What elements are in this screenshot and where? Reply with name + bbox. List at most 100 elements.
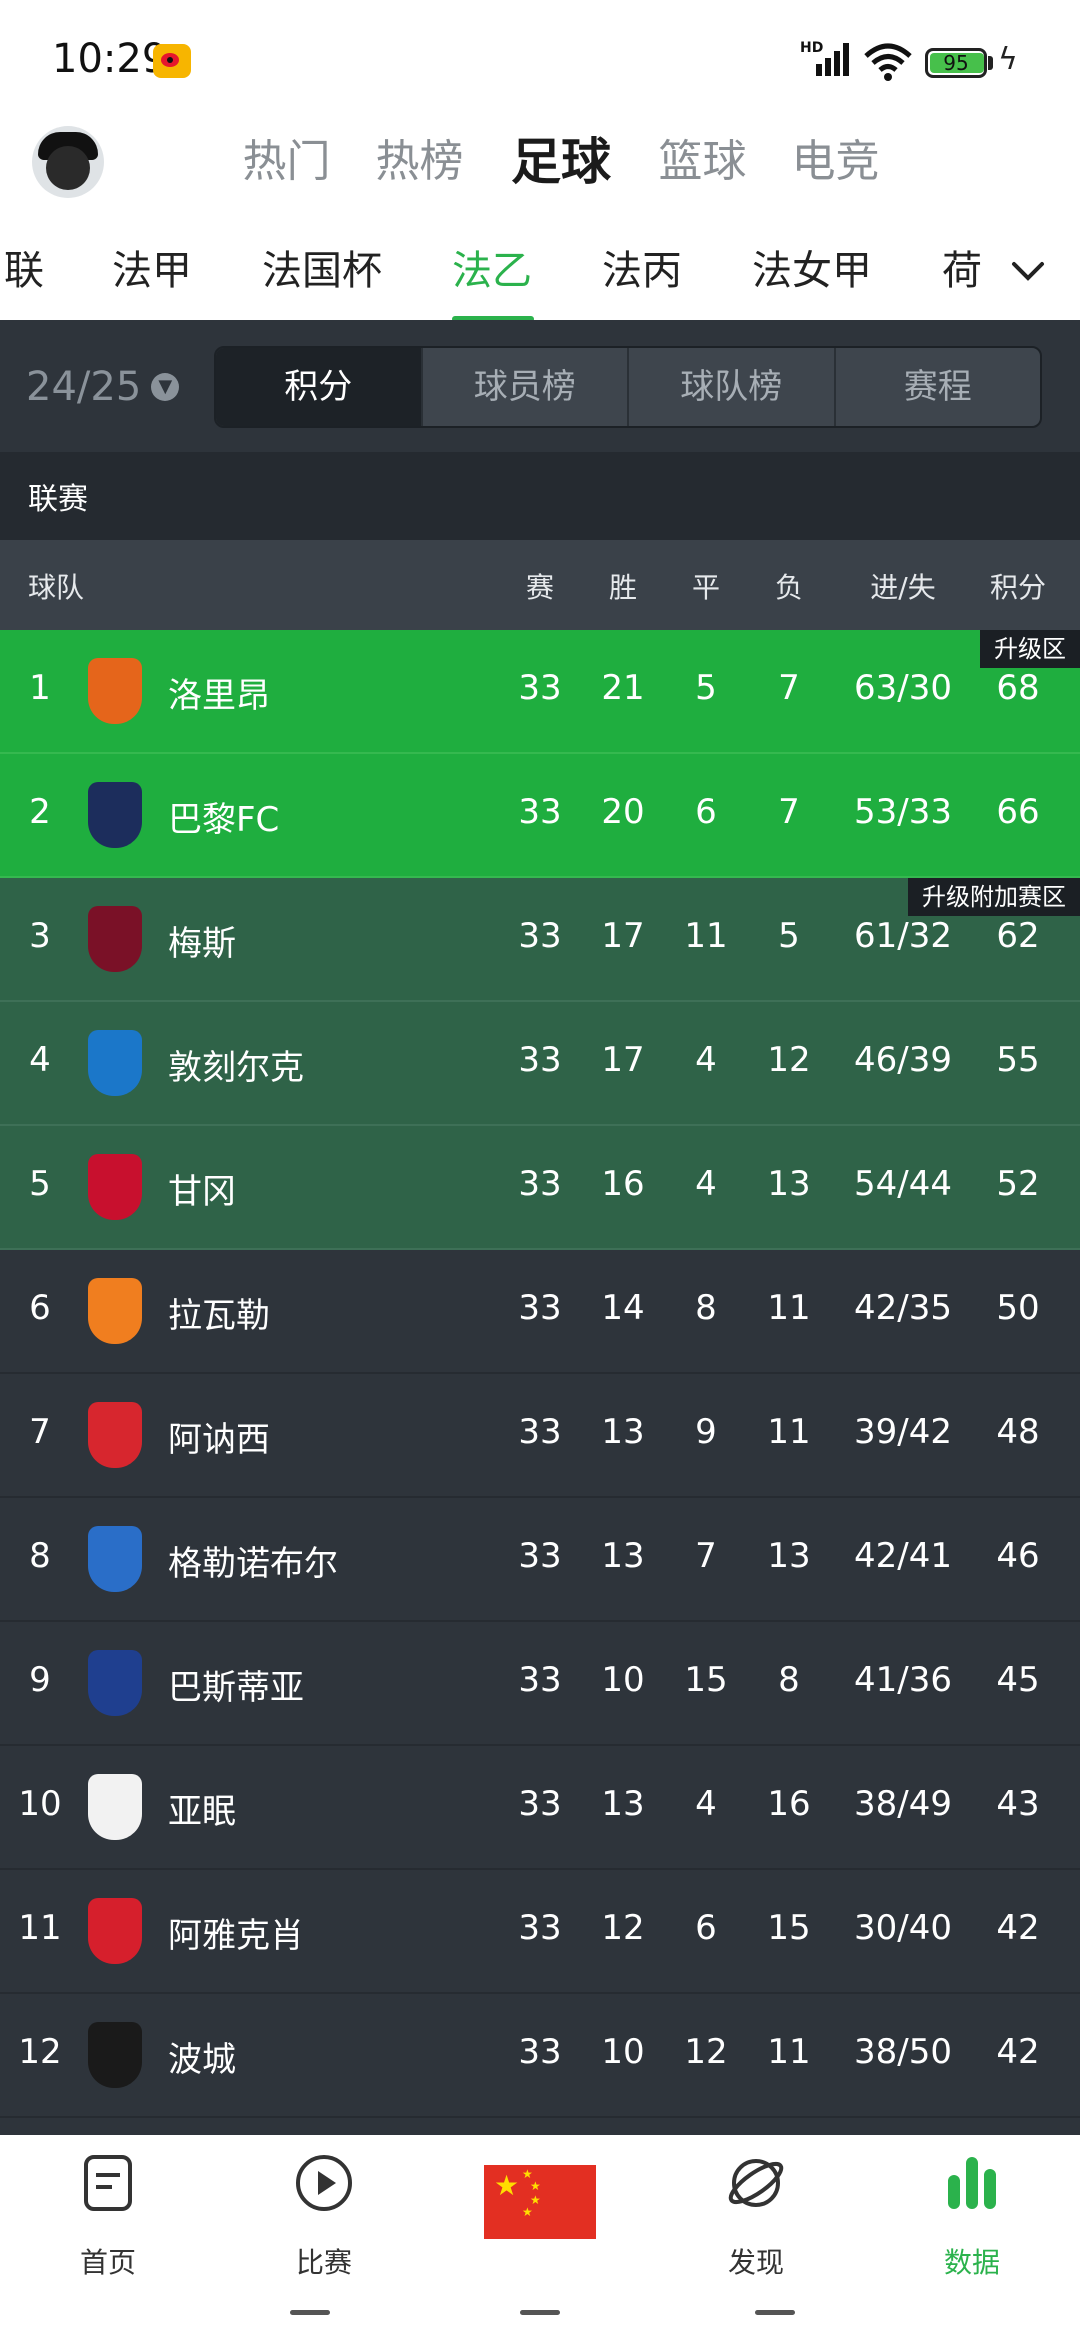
tab-esports[interactable]: 电竞	[769, 124, 902, 200]
table-row[interactable]: 9 巴斯蒂亚 33 10 15 8 41/36 45	[0, 1622, 1080, 1746]
table-row[interactable]: 10 亚眠 33 13 4 16 38/49 43	[0, 1746, 1080, 1870]
col-points: 积分	[989, 571, 1046, 604]
cell-played: 33	[518, 2032, 562, 2072]
tab-trending[interactable]: 热榜	[353, 124, 486, 200]
team-badge-icon	[88, 1402, 142, 1468]
cell-lost: 11	[767, 1412, 811, 1452]
table-row[interactable]: 6 拉瓦勒 33 14 8 11 42/35 50	[0, 1250, 1080, 1374]
table-row[interactable]: 7 阿讷西 33 13 9 11 39/42 48	[0, 1374, 1080, 1498]
league-tab[interactable]: 联	[4, 238, 44, 296]
team-name: 拉瓦勒	[168, 1296, 270, 1336]
chevron-down-icon[interactable]	[1008, 250, 1048, 290]
planet-icon	[728, 2159, 784, 2207]
cell-won: 17	[601, 916, 645, 956]
cell-lost: 11	[767, 2032, 811, 2072]
cell-drawn: 11	[684, 916, 728, 956]
signal-icon	[816, 43, 849, 76]
team-rank: 9	[29, 1660, 51, 1700]
team-name: 巴斯蒂亚	[168, 1668, 304, 1708]
nav-menu-gesture[interactable]	[290, 2310, 330, 2315]
cell-played: 33	[518, 1164, 562, 1204]
col-goals: 进/失	[870, 571, 936, 604]
zone-label: 升级区	[980, 630, 1080, 668]
cell-points: 42	[996, 1908, 1040, 1948]
cell-goals: 63/30	[854, 668, 952, 708]
nav-home-label: 首页	[79, 2246, 136, 2279]
charging-icon: ϟ	[998, 42, 1018, 77]
seg-team-rank[interactable]: 球队榜	[629, 348, 836, 426]
team-badge-icon	[88, 782, 142, 848]
table-row[interactable]: 8 格勒诺布尔 33 13 7 13 42/41 46	[0, 1498, 1080, 1622]
team-name: 波城	[168, 2040, 236, 2080]
cell-points: 62	[996, 916, 1040, 956]
seg-schedule[interactable]: 赛程	[836, 348, 1041, 426]
team-rank: 3	[29, 916, 51, 956]
cell-played: 33	[518, 668, 562, 708]
cell-drawn: 15	[684, 1660, 728, 1700]
team-rank: 5	[29, 1164, 51, 1204]
table-row[interactable]: 11 阿雅克肖 33 12 6 15 30/40 42	[0, 1870, 1080, 1994]
league-tab-ligue2[interactable]: 法乙	[452, 238, 532, 296]
league-tab-eredivisie[interactable]: 荷	[942, 238, 982, 296]
wifi-icon	[864, 43, 912, 81]
table-row[interactable]: 3 梅斯 33 17 11 5 61/32 62 升级附加赛区	[0, 878, 1080, 1002]
cell-won: 14	[601, 1288, 645, 1328]
team-rank: 7	[29, 1412, 51, 1452]
team-rank: 2	[29, 792, 51, 832]
nav-home-gesture[interactable]	[520, 2310, 560, 2315]
cell-drawn: 9	[695, 1412, 717, 1452]
cell-drawn: 4	[695, 1164, 717, 1204]
china-flag-icon[interactable]: ★ ★ ★ ★ ★	[484, 2165, 596, 2239]
cell-points: 50	[996, 1288, 1040, 1328]
tab-basketball[interactable]: 篮球	[636, 124, 769, 200]
nav-back-gesture[interactable]	[755, 2310, 795, 2315]
seg-player-rank[interactable]: 球员榜	[423, 348, 629, 426]
cell-lost: 7	[778, 668, 800, 708]
league-tab-womens[interactable]: 法女甲	[752, 238, 872, 296]
nav-discover-label: 发现	[727, 2246, 784, 2279]
cell-played: 33	[518, 1908, 562, 1948]
play-circle-icon	[296, 2155, 352, 2211]
team-badge-icon	[88, 1898, 142, 1964]
league-tab-national[interactable]: 法丙	[602, 238, 682, 296]
team-name: 洛里昂	[168, 676, 270, 716]
cell-won: 17	[601, 1040, 645, 1080]
table-row[interactable]: 5 甘冈 33 16 4 13 54/44 52	[0, 1126, 1080, 1250]
team-rank: 4	[29, 1040, 51, 1080]
cell-goals: 38/50	[854, 2032, 952, 2072]
chevron-down-icon: ▼	[151, 373, 180, 401]
cell-points: 45	[996, 1660, 1040, 1700]
cell-goals: 46/39	[854, 1040, 952, 1080]
home-doc-icon	[84, 2155, 132, 2211]
cell-drawn: 6	[695, 792, 717, 832]
seg-standings[interactable]: 积分	[216, 348, 423, 426]
team-rank: 8	[29, 1536, 51, 1576]
cell-points: 52	[996, 1164, 1040, 1204]
col-team: 球队	[28, 571, 85, 604]
cell-played: 33	[518, 1288, 562, 1328]
cell-lost: 8	[778, 1660, 800, 1700]
league-tabs: 联 法甲 法国杯 法乙 法丙 法女甲 荷	[0, 224, 1000, 320]
league-tab-ligue1[interactable]: 法甲	[112, 238, 192, 296]
tab-hot[interactable]: 热门	[220, 124, 353, 200]
cell-won: 20	[601, 792, 645, 832]
cell-played: 33	[518, 1784, 562, 1824]
cell-points: 42	[996, 2032, 1040, 2072]
battery-level: 95	[943, 51, 969, 75]
table-row[interactable]: 2 巴黎FC 33 20 6 7 53/33 66	[0, 754, 1080, 878]
team-rank: 1	[29, 668, 51, 708]
league-tab-coupe-de-france[interactable]: 法国杯	[262, 238, 382, 296]
season-label: 24/25	[26, 364, 142, 410]
season-selector[interactable]: 24/25 ▼	[26, 364, 180, 410]
team-rank: 6	[29, 1288, 51, 1328]
table-row[interactable]: 1 洛里昂 33 21 5 7 63/30 68 升级区	[0, 630, 1080, 754]
cell-won: 10	[601, 2032, 645, 2072]
user-avatar[interactable]	[32, 126, 104, 198]
tab-football[interactable]: 足球	[486, 124, 636, 200]
section-title: 联赛	[28, 482, 88, 517]
table-row[interactable]: 4 敦刻尔克 33 17 4 12 46/39 55	[0, 1002, 1080, 1126]
table-row[interactable]: 12 波城 33 10 12 11 38/50 42	[0, 1994, 1080, 2118]
cell-drawn: 4	[695, 1040, 717, 1080]
col-lost: 负	[774, 571, 803, 604]
clock: 10:29	[52, 36, 168, 82]
